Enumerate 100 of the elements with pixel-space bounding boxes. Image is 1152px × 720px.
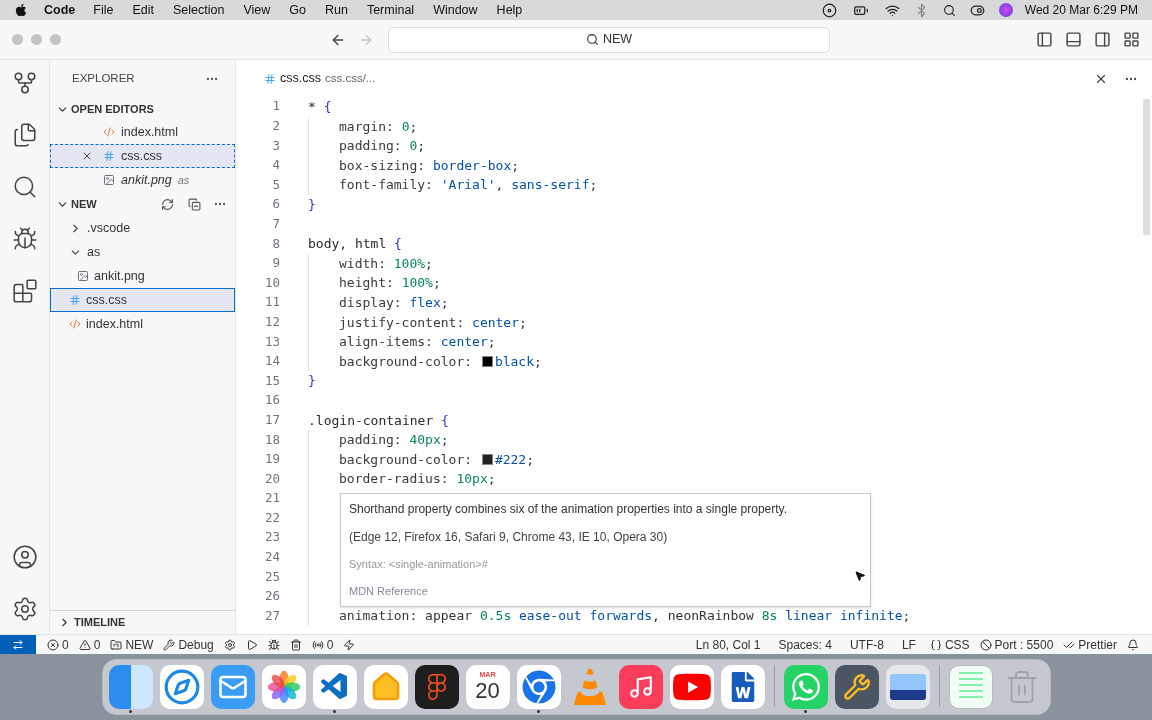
apple-logo-icon[interactable]	[14, 3, 28, 17]
status-item[interactable]: UTF-8	[840, 635, 893, 654]
code-line: align-items: center;	[339, 333, 496, 352]
tree-item[interactable]: ankit.png	[50, 264, 235, 288]
command-search-field[interactable]: NEW	[388, 26, 830, 53]
line-number: 13	[263, 332, 280, 351]
status-item[interactable]: Spaces: 4	[769, 635, 841, 654]
image-file-icon	[103, 174, 115, 186]
status-item[interactable]: 0	[326, 635, 334, 654]
line-number: 11	[263, 293, 280, 312]
scrollbar-thumb[interactable]	[1143, 99, 1150, 235]
menu-item[interactable]: Go	[289, 0, 306, 20]
status-item[interactable]: NEW	[125, 635, 154, 654]
line-number: 20	[263, 469, 280, 488]
panel-toggle-icon[interactable]	[1065, 31, 1082, 48]
music-app-icon[interactable]	[618, 665, 663, 709]
code-line: justify-content: center;	[339, 313, 527, 332]
bug-icon[interactable]	[267, 638, 280, 651]
wifi-icon[interactable]	[884, 2, 900, 18]
line-number: 25	[263, 567, 280, 586]
mail-app-icon[interactable]	[210, 665, 255, 709]
menu-item[interactable]: Edit	[132, 0, 154, 20]
bell-icon[interactable]	[1127, 638, 1139, 651]
line-number: 23	[263, 528, 280, 547]
account-icon[interactable]	[11, 544, 38, 570]
line-number: 19	[263, 450, 280, 469]
line-number: 22	[263, 508, 280, 527]
app-menu[interactable]: Code	[44, 0, 76, 20]
compass-app-icon[interactable]	[159, 665, 204, 709]
tree-item[interactable]: index.html	[50, 312, 235, 336]
menu-item[interactable]: File	[93, 0, 114, 20]
code-line: background-color: black;	[339, 352, 542, 371]
sidebar-toggle-icon[interactable]	[1036, 31, 1053, 48]
play-icon[interactable]	[245, 638, 258, 651]
status-item[interactable]: CSS	[944, 635, 970, 654]
close-icon[interactable]	[81, 150, 93, 162]
layout-icon[interactable]	[1123, 31, 1140, 48]
status-item[interactable]: 0	[62, 635, 69, 654]
preview-app-icon[interactable]	[885, 665, 930, 709]
lightning-icon[interactable]	[343, 638, 356, 651]
extensions-icon[interactable]	[11, 278, 38, 304]
code-line: .login-container {	[308, 411, 449, 430]
refresh-icon[interactable]	[161, 197, 174, 211]
warning-icon	[78, 638, 91, 651]
section-header[interactable]: NEW	[56, 195, 97, 213]
section-header[interactable]: OPEN EDITORS	[50, 98, 235, 120]
secondary-sidebar-toggle-icon[interactable]	[1094, 31, 1111, 48]
color-swatch[interactable]	[481, 454, 493, 465]
reference-link[interactable]: MDN Reference	[349, 582, 428, 599]
wrench-icon	[163, 638, 176, 651]
bug-icon[interactable]	[11, 226, 38, 252]
color-swatch[interactable]	[481, 356, 493, 367]
line-number: 14	[263, 352, 280, 371]
clock[interactable]: Wed 20 Mar 6:29 PM	[1024, 1, 1138, 19]
open-editor-item[interactable]: css.css	[50, 144, 235, 168]
menu-item[interactable]: Window	[433, 0, 478, 20]
hash-icon	[69, 294, 81, 306]
status-item[interactable]: Ln 80, Col 1	[686, 635, 770, 654]
status-item[interactable]: Port : 5500	[994, 635, 1054, 654]
files-icon[interactable]	[11, 122, 38, 148]
finder-app-icon[interactable]	[108, 665, 153, 709]
menu-item[interactable]: Run	[324, 0, 348, 20]
line-number: 15	[263, 371, 280, 390]
video-app-icon[interactable]	[669, 665, 714, 709]
tree-item[interactable]: css.css	[50, 288, 235, 312]
status-item[interactable]: 0	[93, 635, 101, 654]
code-editor-app-icon[interactable]	[312, 665, 357, 709]
assistant-icon[interactable]	[998, 3, 1013, 17]
figma-app-icon[interactable]	[414, 665, 459, 709]
toggle-icon[interactable]	[969, 2, 985, 18]
editor-tab[interactable]: css.css css.css/...	[264, 69, 376, 88]
status-item[interactable]: Debug	[178, 635, 214, 654]
code-line: border-radius: 10px;	[339, 470, 496, 489]
word-app-icon[interactable]	[720, 665, 765, 709]
open-editor-item[interactable]: index.html	[50, 120, 235, 144]
search-icon[interactable]	[942, 3, 956, 17]
photos-app-icon[interactable]	[261, 665, 306, 709]
source-control-icon[interactable]	[11, 70, 38, 96]
status-item[interactable]: LF	[892, 635, 925, 654]
tools-app-icon[interactable]	[834, 665, 879, 709]
menu-item[interactable]: View	[243, 0, 271, 20]
hash-icon	[103, 150, 115, 162]
record-icon[interactable]	[821, 2, 837, 18]
tree-item[interactable]: as	[50, 240, 235, 264]
collapse-icon[interactable]	[188, 197, 201, 211]
chrome-app-icon[interactable]	[516, 665, 561, 709]
line-number: 10	[263, 273, 280, 292]
menu-item[interactable]: Selection	[172, 0, 225, 20]
settings-icon[interactable]	[11, 596, 38, 622]
gear-icon[interactable]	[223, 638, 236, 651]
menu-item[interactable]: Terminal	[366, 0, 415, 20]
remote-button[interactable]	[0, 635, 36, 654]
sidebar-title: EXPLORER	[72, 71, 135, 87]
line-number: 17	[263, 410, 280, 429]
open-editor-item[interactable]: ankit.png as	[50, 168, 235, 192]
status-item[interactable]: Prettier	[1078, 635, 1117, 654]
menu-item[interactable]: Help	[496, 0, 523, 20]
trash-icon[interactable]	[289, 638, 302, 651]
tree-item[interactable]: .vscode	[50, 216, 235, 240]
line-number: 21	[263, 489, 280, 508]
